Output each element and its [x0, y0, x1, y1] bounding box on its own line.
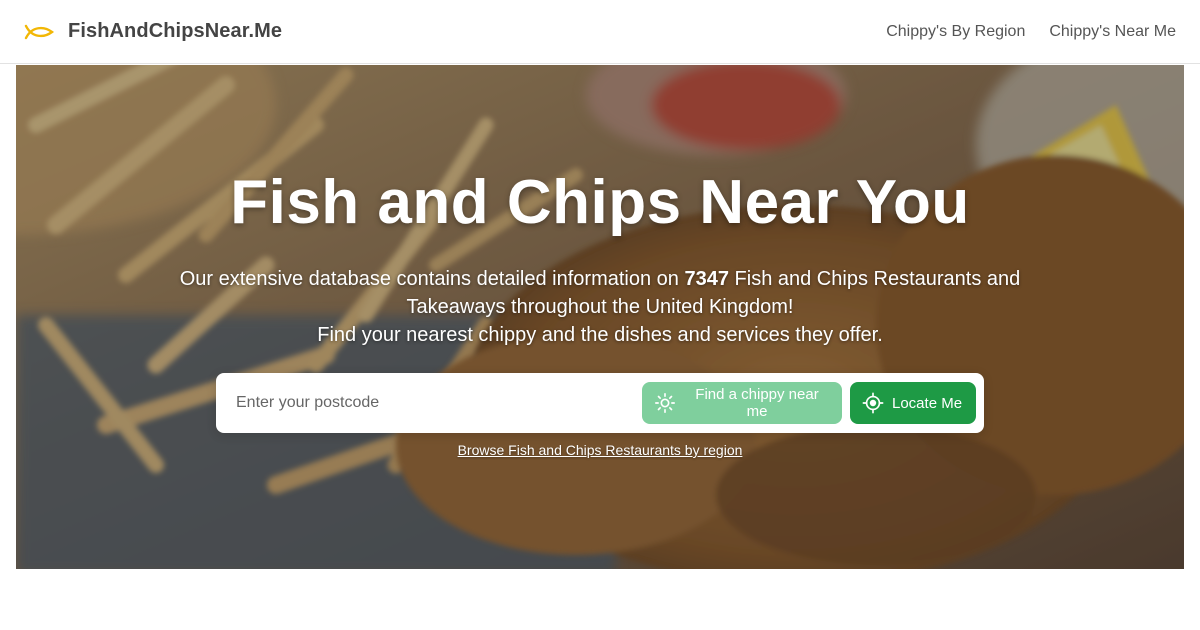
hero-desc-line2: Find your nearest chippy and the dishes … — [317, 324, 883, 346]
postcode-input[interactable] — [236, 383, 642, 423]
browse-by-region-link[interactable]: Browse Fish and Chips Restaurants by reg… — [458, 442, 743, 458]
locate-me-button[interactable]: Locate Me — [850, 382, 976, 424]
hero-section: Fish and Chips Near You Our extensive da… — [16, 65, 1184, 569]
hero-title: Fish and Chips Near You — [230, 168, 970, 237]
hero-content: Fish and Chips Near You Our extensive da… — [16, 65, 1184, 569]
restaurant-count: 7347 — [684, 268, 729, 290]
nav-link-by-region[interactable]: Chippy's By Region — [886, 23, 1025, 41]
brand-link[interactable]: FishAndChipsNear.Me — [24, 20, 282, 43]
sun-icon — [655, 393, 675, 413]
browse-link-wrap: Browse Fish and Chips Restaurants by reg… — [16, 442, 1184, 458]
nav-link-near-me[interactable]: Chippy's Near Me — [1049, 23, 1176, 41]
hero-description: Our extensive database contains detailed… — [136, 265, 1064, 349]
find-chippy-button[interactable]: Find a chippy near me — [642, 382, 842, 424]
crosshair-icon — [862, 392, 884, 414]
postcode-search-bar: Find a chippy near me Locate Me — [216, 373, 984, 433]
main-nav: Chippy's By Region Chippy's Near Me — [886, 23, 1176, 41]
hero-desc-text: Our extensive database contains detailed… — [179, 268, 685, 290]
fish-icon — [24, 24, 54, 39]
top-navbar: FishAndChipsNear.Me Chippy's By Region C… — [0, 0, 1200, 64]
find-chippy-label: Find a chippy near me — [695, 386, 819, 420]
brand-name: FishAndChipsNear.Me — [68, 20, 283, 42]
locate-me-label: Locate Me — [892, 394, 963, 412]
